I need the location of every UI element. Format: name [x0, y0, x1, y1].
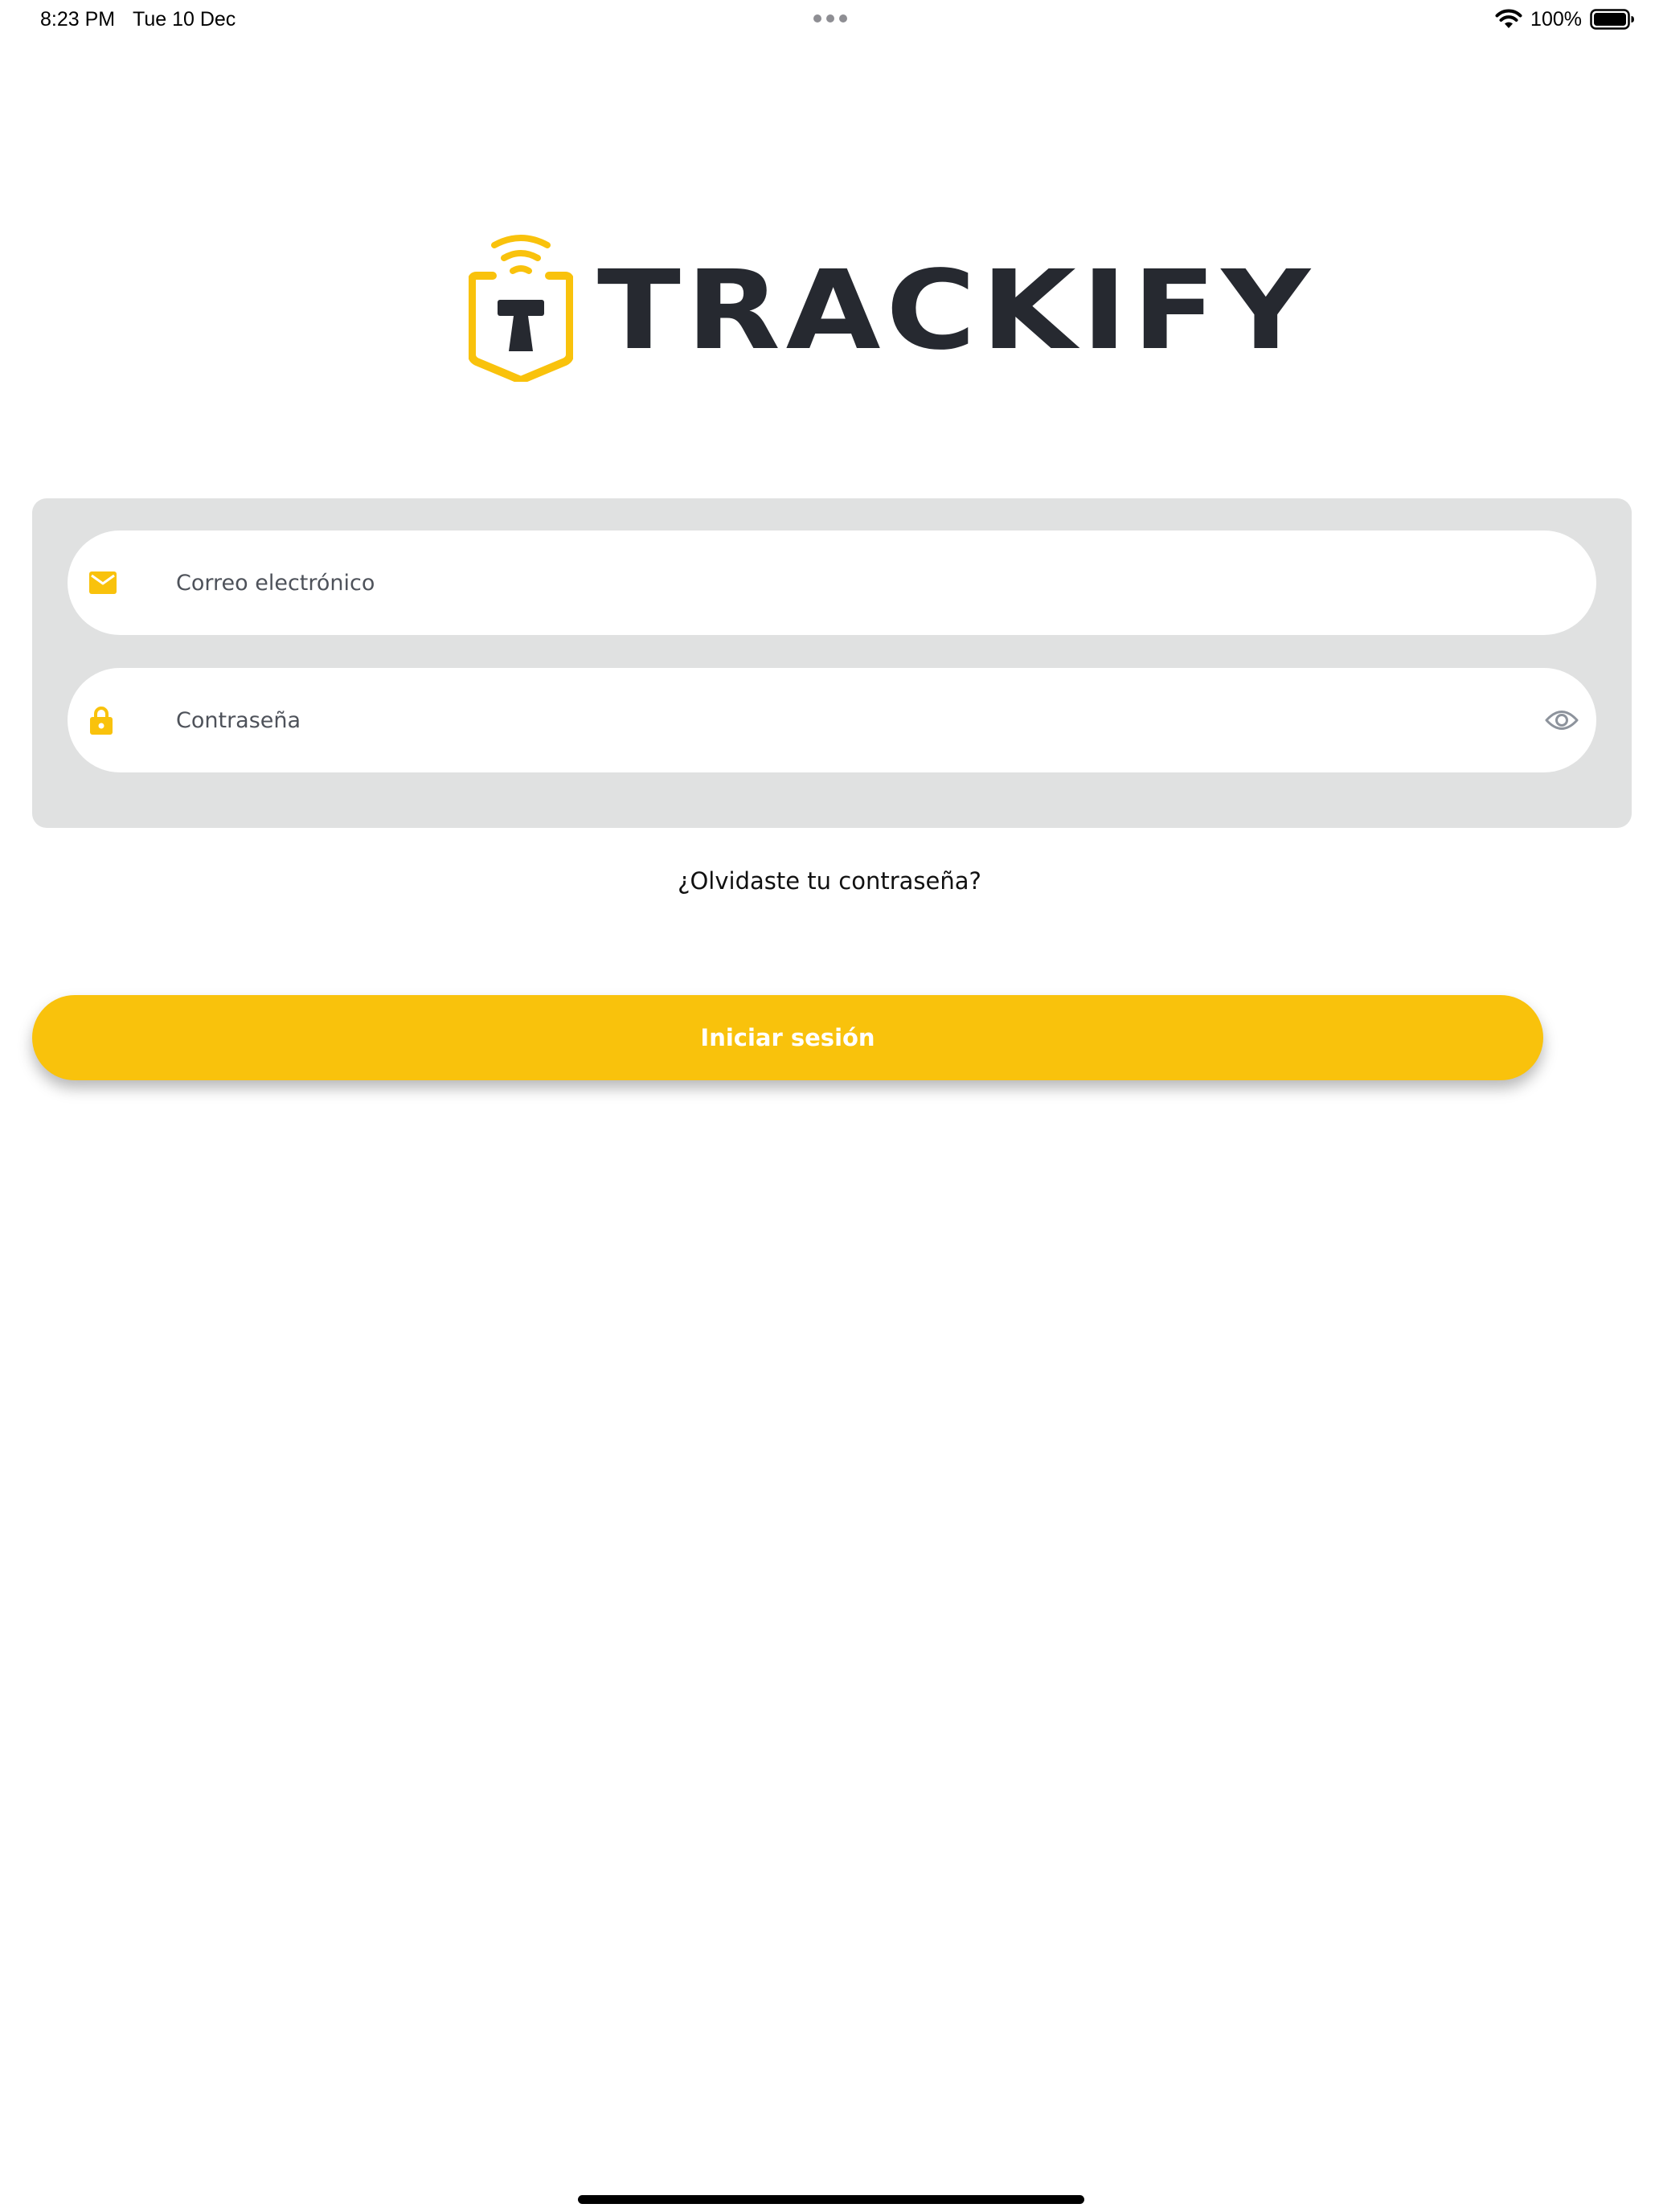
wifi-icon — [1495, 9, 1522, 28]
status-bar: 8:23 PM Tue 10 Dec 100% — [0, 0, 1659, 39]
forgot-password-link[interactable]: ¿Olvidaste tu contraseña? — [0, 865, 1659, 897]
status-time: 8:23 PM — [40, 8, 116, 31]
password-input[interactable] — [174, 668, 1500, 772]
home-indicator[interactable] — [578, 2195, 1084, 2204]
battery-percentage: 100% — [1530, 7, 1582, 31]
trackify-logo: TRACKIFY — [469, 221, 1310, 382]
mail-icon — [89, 571, 117, 594]
email-input[interactable] — [174, 530, 1500, 635]
status-indicators: 100% — [1495, 5, 1635, 34]
email-field[interactable] — [68, 530, 1596, 635]
multitasking-dots-icon[interactable] — [813, 14, 848, 23]
status-date: Tue 10 Dec — [133, 8, 236, 31]
lock-icon — [90, 707, 113, 735]
password-field[interactable] — [68, 668, 1596, 772]
logo-tag-icon — [469, 235, 573, 382]
battery-icon — [1590, 9, 1634, 30]
login-button[interactable]: Iniciar sesión — [32, 995, 1543, 1080]
login-form-card — [32, 498, 1632, 828]
eye-icon[interactable] — [1545, 708, 1579, 732]
brand-name: TRACKIFY — [597, 248, 1316, 375]
